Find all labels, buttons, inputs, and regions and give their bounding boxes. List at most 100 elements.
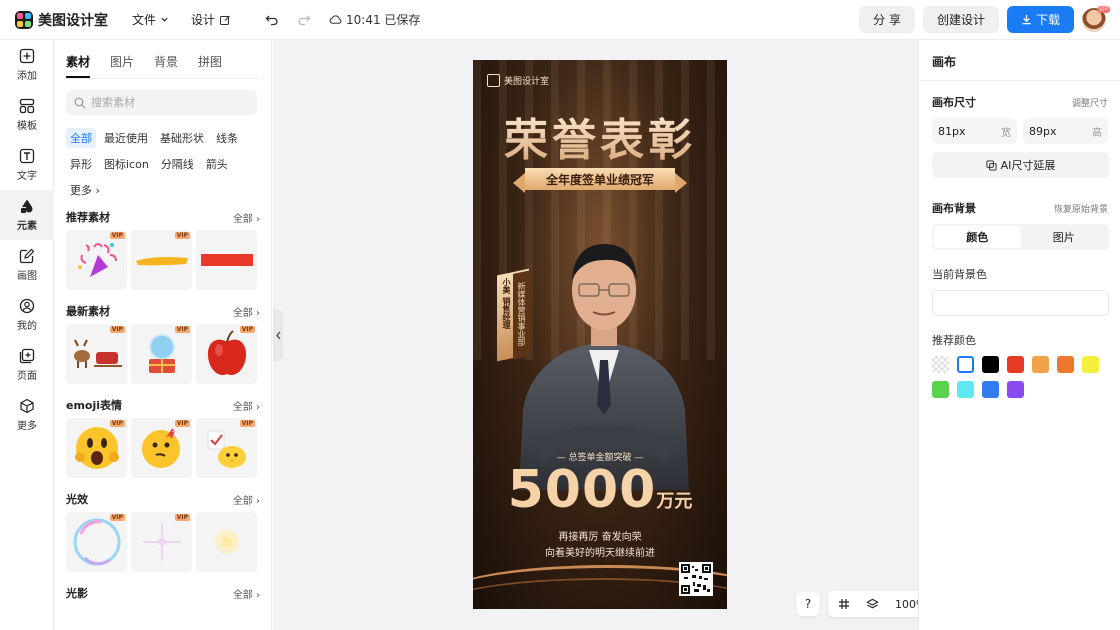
- see-all-link[interactable]: 全部 ›: [233, 210, 260, 225]
- glow-icon: [214, 530, 239, 554]
- color-swatch[interactable]: [982, 381, 999, 398]
- poster-slogan-1[interactable]: 再接再厉 奋发向荣: [473, 528, 727, 543]
- poster-amount: 5000: [507, 460, 657, 520]
- rail-item-text[interactable]: 文字: [0, 140, 54, 190]
- undo-button[interactable]: [265, 13, 279, 27]
- color-swatch[interactable]: [1007, 381, 1024, 398]
- chip-all[interactable]: 全部: [66, 128, 96, 148]
- color-swatch[interactable]: [1082, 356, 1099, 373]
- bg-color-tab[interactable]: 颜色: [934, 226, 1021, 248]
- section-emoji: emoji表情 全部 ›: [66, 394, 260, 416]
- vip-badge: VIP: [174, 420, 190, 427]
- chip-recent[interactable]: 最近使用: [100, 128, 152, 148]
- search-input[interactable]: [91, 96, 241, 109]
- height-field[interactable]: 89px 高: [1023, 118, 1108, 144]
- search-box[interactable]: [66, 90, 257, 115]
- see-all-link[interactable]: 全部 ›: [233, 398, 260, 413]
- thumb-apple[interactable]: VIP: [196, 324, 257, 384]
- rail-item-add[interactable]: 添加: [0, 40, 54, 90]
- chip-arrows[interactable]: 箭头: [202, 154, 232, 174]
- color-swatch[interactable]: [1057, 356, 1074, 373]
- tool-rail: 添加 模板 文字 元素 画图 我的 页面 更多: [0, 40, 54, 630]
- app-logo[interactable]: 美图设计室: [15, 10, 108, 30]
- see-all-link[interactable]: 全部 ›: [233, 586, 260, 601]
- ai-extend-button[interactable]: AI尺寸延展: [932, 152, 1109, 178]
- chip-irregular[interactable]: 异形: [66, 154, 96, 174]
- thumb-bubble[interactable]: VIP: [66, 512, 127, 572]
- name-tag-department[interactable]: 新媒体营销事业部: [516, 282, 527, 346]
- asset-tabs: 素材 图片 背景 拼图: [66, 53, 259, 79]
- user-icon: [19, 298, 35, 314]
- name-tag-name[interactable]: 小美 销售经理: [501, 278, 512, 329]
- chip-basic-shapes[interactable]: 基础形状: [156, 128, 208, 148]
- thumb-sleigh[interactable]: VIP: [66, 324, 127, 384]
- sparkle-icon: [142, 523, 181, 561]
- thumb-snow-globe[interactable]: VIP: [131, 324, 192, 384]
- chip-lines[interactable]: 线条: [212, 128, 242, 148]
- see-all-link[interactable]: 全部 ›: [233, 492, 260, 507]
- bg-image-tab[interactable]: 图片: [1021, 226, 1108, 248]
- poster-amount-block[interactable]: 5000万元: [473, 460, 727, 520]
- layers-button[interactable]: [866, 598, 879, 611]
- download-button[interactable]: 下载: [1006, 6, 1074, 33]
- vip-badge: VIP: [239, 420, 255, 427]
- tab-image[interactable]: 图片: [110, 53, 134, 78]
- grid-button[interactable]: [838, 598, 850, 610]
- chip-dividers[interactable]: 分隔线: [157, 154, 198, 174]
- canvas-stage[interactable]: 美图设计室 荣誉表彰 全年度签单业绩冠军 小美 销售经理 新媒体营销事业部 — …: [273, 40, 953, 630]
- color-swatch[interactable]: [932, 381, 949, 398]
- rail-item-draw[interactable]: 画图: [0, 240, 54, 290]
- collapse-panel-button[interactable]: [273, 309, 283, 361]
- businessman-photo[interactable]: [509, 200, 699, 490]
- thumb-emoji-chick[interactable]: VIP: [196, 418, 257, 478]
- poster-title[interactable]: 荣誉表彰: [473, 104, 727, 168]
- user-avatar[interactable]: VIP: [1082, 5, 1110, 32]
- thumb-yellow-stroke[interactable]: VIP: [131, 230, 192, 290]
- design-menu[interactable]: 设计: [191, 11, 231, 28]
- canvas-bg-label: 画布背景: [932, 202, 976, 215]
- vip-badge: VIP: [174, 326, 190, 333]
- create-design-button[interactable]: 创建设计: [922, 6, 999, 33]
- thumb-glow[interactable]: [196, 512, 257, 572]
- see-all-link[interactable]: 全部 ›: [233, 304, 260, 319]
- chip-more[interactable]: 更多 ›: [66, 180, 104, 200]
- color-swatch[interactable]: [957, 356, 974, 373]
- poster-brand[interactable]: 美图设计室: [487, 74, 549, 87]
- redo-icon: [298, 15, 311, 25]
- rail-item-template[interactable]: 模板: [0, 90, 54, 140]
- adjust-size-link[interactable]: 调整尺寸: [1072, 96, 1108, 109]
- color-swatch[interactable]: [1007, 356, 1024, 373]
- chip-icons[interactable]: 图标icon: [100, 154, 153, 174]
- apple-icon: [207, 330, 246, 376]
- width-field[interactable]: 81px 宽: [932, 118, 1017, 144]
- rail-item-page[interactable]: 页面: [0, 340, 54, 390]
- rail-label-template: 模板: [17, 121, 37, 132]
- poster-slogan-2[interactable]: 向着美好的明天继续前进: [473, 544, 727, 559]
- thumb-red-bar[interactable]: [196, 230, 257, 290]
- tab-material[interactable]: 素材: [66, 53, 91, 78]
- file-menu[interactable]: 文件: [132, 11, 169, 28]
- help-button[interactable]: ?: [796, 592, 820, 616]
- tab-collage[interactable]: 拼图: [198, 53, 222, 78]
- poster-ribbon[interactable]: 全年度签单业绩冠军: [513, 168, 687, 193]
- tab-background[interactable]: 背景: [154, 53, 178, 78]
- rail-item-mine[interactable]: 我的: [0, 290, 54, 340]
- app-name: 美图设计室: [38, 12, 108, 29]
- thumb-party-popper[interactable]: VIP: [66, 230, 127, 290]
- restore-bg-link[interactable]: 恢复原始背景: [1054, 202, 1108, 215]
- color-swatch[interactable]: [932, 356, 949, 373]
- thumb-sparkle[interactable]: VIP: [131, 512, 192, 572]
- rail-item-element[interactable]: 元素: [0, 190, 54, 240]
- thumb-emoji-scared[interactable]: VIP: [66, 418, 127, 478]
- color-swatch[interactable]: [982, 356, 999, 373]
- design-poster[interactable]: 美图设计室 荣誉表彰 全年度签单业绩冠军 小美 销售经理 新媒体营销事业部 — …: [473, 60, 727, 609]
- thumb-emoji-thinking[interactable]: VIP: [131, 418, 192, 478]
- current-color-picker[interactable]: [932, 290, 1109, 316]
- qr-code[interactable]: [679, 562, 713, 596]
- redo-button[interactable]: [297, 13, 311, 27]
- saved-time: 10:41 已保存: [346, 13, 421, 27]
- rail-item-more[interactable]: 更多: [0, 390, 54, 440]
- share-button[interactable]: 分 享: [859, 6, 915, 33]
- color-swatch[interactable]: [1032, 356, 1049, 373]
- color-swatch[interactable]: [957, 381, 974, 398]
